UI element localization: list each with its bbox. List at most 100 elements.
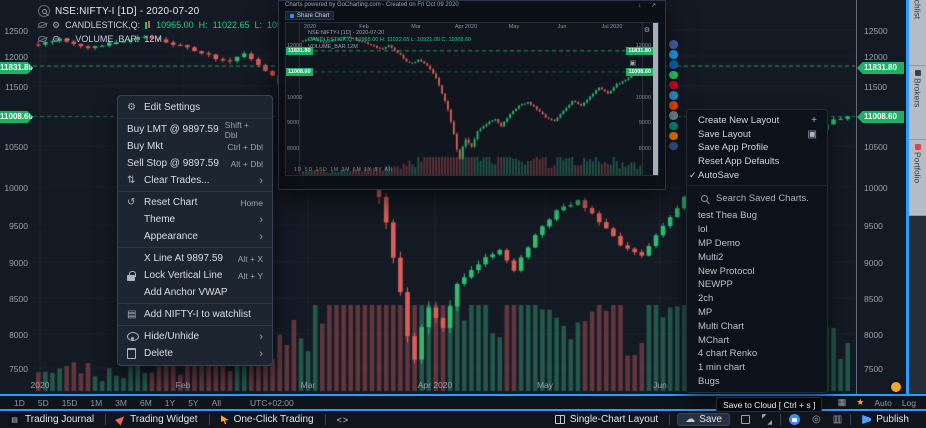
popup-price-tag: 11831.80 [626, 47, 653, 55]
log-scale-button[interactable]: Log [902, 398, 916, 408]
share-linkedin-icon[interactable] [669, 60, 678, 69]
context-menu-item[interactable]: Buy MktCtrl + Dbl [118, 138, 272, 155]
saved-chart-item[interactable]: 4 chart Renko [687, 347, 827, 361]
hide-study-icon[interactable] [38, 36, 47, 42]
timeframe-button-1m[interactable]: 1M [90, 398, 102, 408]
saved-chart-item[interactable]: Multi2 [687, 250, 827, 264]
layout-menu-item[interactable]: Create New Layout+ [687, 114, 827, 128]
layout-menu-item[interactable]: Reset App Defaults [687, 155, 827, 169]
study-settings-icon[interactable]: ⚙ [52, 21, 60, 30]
share-chart-tab[interactable]: Share Chart [285, 11, 334, 20]
share-pinterest-icon[interactable] [669, 81, 678, 90]
trading-app: 1250012000115001050010000950090008500800… [0, 0, 926, 428]
publish-button[interactable]: Publish [853, 414, 918, 425]
context-menu-item[interactable]: X Line At 9897.59Alt + X [118, 250, 272, 267]
price-tick: 9500 [9, 221, 28, 231]
saved-chart-item[interactable]: MP [687, 306, 827, 320]
share-messenger-icon[interactable] [669, 142, 678, 151]
layout-menu-item[interactable]: Save App Profile [687, 141, 827, 155]
save-button[interactable]: ☁ Save [677, 413, 730, 426]
timezone-label[interactable]: UTC+02:00 [250, 398, 294, 408]
sidebar-tab-watchlist[interactable]: Watchlist [909, 0, 926, 66]
share-whatsapp-icon[interactable] [669, 71, 678, 80]
chevron-right-icon: › [259, 231, 263, 243]
screenshot-frame-button[interactable] [735, 415, 756, 424]
hide-study-icon[interactable] [38, 22, 47, 28]
context-menu-item[interactable]: Lock Vertical LineAlt + Y [118, 267, 272, 284]
popup-price-label: 9000 [287, 120, 299, 126]
snapshot-button[interactable] [783, 414, 806, 425]
context-menu-item[interactable]: Sell Stop @ 9897.59Alt + Dbl [118, 155, 272, 172]
timeframe-button-3m[interactable]: 3M [115, 398, 127, 408]
saved-chart-item[interactable]: test Thea Bug [687, 209, 827, 223]
saved-chart-item[interactable]: Bugs [687, 375, 827, 389]
statusbar-button--[interactable]: <> [328, 411, 359, 428]
share-telegram-icon[interactable] [669, 91, 678, 100]
timeframe-button-1d[interactable]: 1D [14, 398, 25, 408]
favorite-star-icon[interactable]: ★ [856, 397, 864, 408]
context-menu-item[interactable]: ↺Reset ChartHome [118, 194, 272, 211]
timeframe-button-6m[interactable]: 6M [140, 398, 152, 408]
context-menu-item[interactable]: Delete› [118, 345, 272, 362]
context-menu-item[interactable]: Buy LMT @ 9897.59Shift + Dbl [118, 121, 272, 138]
saved-chart-item[interactable]: 1 min chart [687, 361, 827, 375]
bank-icon: ▥ [833, 415, 842, 425]
saved-chart-item[interactable]: MChart [687, 333, 827, 347]
price-tick: 12000 [4, 52, 28, 62]
saved-chart-item[interactable]: New Protocol [687, 264, 827, 278]
share-twitter-icon[interactable] [669, 50, 678, 59]
share-chart-preview-window[interactable]: Charts powered by GoCharting.com - Creat… [278, 0, 666, 190]
timeframe-button-5d[interactable]: 5D [38, 398, 49, 408]
statusbar-button-one-click-trading[interactable]: One-Click Trading [212, 411, 323, 428]
price-tick: 12000 [864, 52, 888, 62]
grid-settings-icon[interactable]: ▦ [838, 398, 847, 407]
share-facebook-icon[interactable] [669, 40, 678, 49]
candle-icon [145, 21, 151, 30]
statusbar-button-trading-journal[interactable]: ▤Trading Journal [0, 411, 103, 428]
layout-menu-item[interactable]: Save Layout▣ [687, 128, 827, 142]
layout-menu-item[interactable]: ✓AutoSave [687, 168, 827, 182]
saved-chart-item[interactable]: MP Demo [687, 237, 827, 251]
menu-item-label: Delete [144, 348, 253, 359]
context-menu-item[interactable]: Appearance› [118, 228, 272, 245]
context-menu-item[interactable]: Add Anchor VWAP [118, 284, 272, 301]
saved-chart-item[interactable]: Multi Chart [687, 319, 827, 333]
price-axis-left[interactable]: 1250012000115001050010000950090008500800… [0, 0, 31, 394]
refresh-button[interactable]: ◎ [806, 415, 827, 425]
context-menu-item[interactable]: ▤Add NIFTY-I to watchlist [118, 306, 272, 323]
search-saved-charts-input[interactable]: Search Saved Charts. [687, 189, 827, 209]
auto-scale-button[interactable]: Auto [874, 398, 892, 408]
saved-chart-item[interactable]: 2ch [687, 292, 827, 306]
sidebar-tab-brokers[interactable]: Brokers [909, 66, 926, 140]
context-menu-item[interactable]: Hide/Unhide› [118, 328, 272, 345]
sidebar-tab-portfolio[interactable]: Portfolio [909, 140, 926, 216]
price-axis-right[interactable]: 1250012000115001050010000950090008500800… [856, 0, 906, 394]
context-menu-item[interactable]: ⚙Edit Settings [118, 99, 272, 116]
popup-window-icons[interactable]: ↓ ↗ [638, 2, 660, 9]
notification-dot[interactable] [891, 382, 901, 392]
share-reddit-icon[interactable] [669, 101, 678, 110]
timeframe-button-1y[interactable]: 1Y [165, 398, 175, 408]
price-tick: 10000 [864, 183, 888, 193]
context-menu-item[interactable]: Theme› [118, 211, 272, 228]
saved-chart-item[interactable]: NEWPP [687, 278, 827, 292]
study-settings-icon[interactable]: ⚙ [52, 35, 60, 44]
timeframe-button-15d[interactable]: 15D [62, 398, 78, 408]
zoom-icon[interactable] [38, 5, 50, 17]
social-share-rail [669, 40, 678, 150]
context-menu-item[interactable]: ⇅Clear Trades...› [118, 172, 272, 189]
statusbar-button-trading-widget[interactable]: Trading Widget [108, 411, 206, 428]
share-blogger-icon[interactable] [669, 132, 678, 141]
price-tag: 11008.60 [857, 111, 904, 123]
marketplace-button[interactable]: ▥ [827, 415, 848, 425]
timeframe-button-all[interactable]: All [212, 398, 221, 408]
fullscreen-button[interactable] [756, 415, 778, 425]
volume-study-label: VOLUME_BAR: [75, 34, 139, 44]
timeframe-button-5y[interactable]: 5Y [188, 398, 198, 408]
single-chart-layout-button[interactable]: Single-Chart Layout [546, 414, 667, 425]
share-teams-icon[interactable] [669, 122, 678, 131]
saved-chart-item[interactable]: lol [687, 223, 827, 237]
popup-month-label: Mar [411, 24, 420, 30]
share-email-icon[interactable] [669, 111, 678, 120]
chevron-right-icon: › [259, 214, 263, 226]
